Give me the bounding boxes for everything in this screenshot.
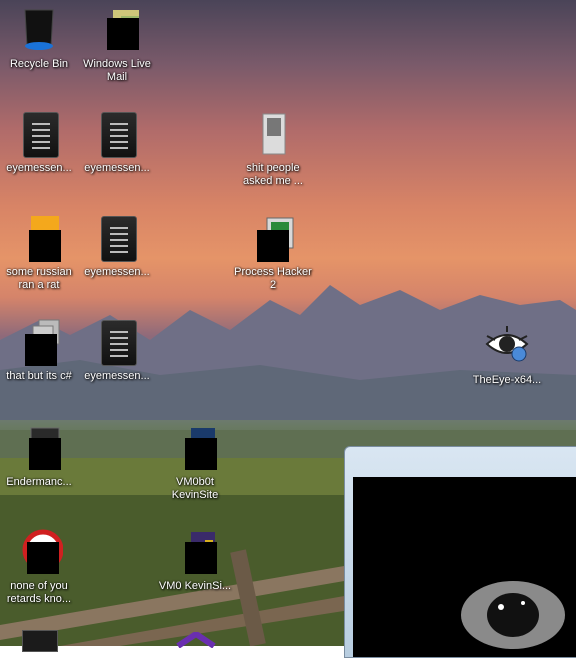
desktop-icon-eyemessen-3[interactable]: eyemessen... bbox=[78, 214, 156, 279]
document-icon bbox=[15, 110, 63, 158]
vm-icon bbox=[171, 424, 219, 472]
desktop-icon-vm0-kevinsite[interactable]: VM0 KevinSi... bbox=[156, 528, 234, 593]
icon-label: Recycle Bin bbox=[9, 58, 69, 70]
desktop-icon-vm0b0t[interactable]: VM0b0t KevinSite bbox=[156, 424, 234, 502]
app-icon: e bbox=[15, 214, 63, 262]
desktop-icon-partial[interactable] bbox=[22, 630, 58, 652]
process-hacker-icon bbox=[249, 214, 297, 262]
desktop-icon-windows-live-mail[interactable]: Windows Live Mail bbox=[78, 6, 156, 84]
icon-label: eyemessen... bbox=[6, 162, 72, 174]
desktop-icon-recycle-bin[interactable]: Recycle Bin bbox=[0, 6, 78, 71]
document-icon bbox=[93, 318, 141, 366]
icon-label: some russian ran a rat bbox=[6, 266, 72, 291]
app-window[interactable] bbox=[344, 446, 576, 658]
desktop-icon-some-russian[interactable]: e some russian ran a rat bbox=[0, 214, 78, 292]
icon-label: shit people asked me ... bbox=[243, 162, 303, 187]
icon-label: Windows Live Mail bbox=[83, 58, 151, 83]
desktop-icon-process-hacker[interactable]: Process Hacker 2 bbox=[234, 214, 312, 292]
stacked-files-icon bbox=[15, 318, 63, 366]
desktop-icon-none-of-you[interactable]: none of you retards kno... bbox=[0, 528, 78, 606]
eye-icon bbox=[483, 322, 531, 370]
icon-label: eyemessen... bbox=[84, 162, 150, 174]
desktop-icon-that-but-its-csharp[interactable]: that but its c# bbox=[0, 318, 78, 383]
icon-label: VM0b0t KevinSite bbox=[171, 476, 219, 501]
document-icon bbox=[93, 214, 141, 262]
mail-folder-icon bbox=[93, 6, 141, 54]
app-icon bbox=[15, 528, 64, 576]
icon-label: eyemessen... bbox=[84, 370, 150, 382]
desktop-icon-folder[interactable]: shit people asked me ... bbox=[234, 110, 312, 188]
app-icon bbox=[15, 424, 63, 472]
folder-icon bbox=[249, 110, 297, 158]
icon-label: TheEye-x64... bbox=[472, 374, 542, 386]
recycle-bin-icon bbox=[15, 6, 63, 54]
desktop-icon-eyemessen-4[interactable]: eyemessen... bbox=[78, 318, 156, 383]
vm-icon bbox=[171, 528, 219, 576]
icon-label: Endermanc... bbox=[6, 476, 72, 488]
desktop-icon-endermanc[interactable]: Endermanc... bbox=[0, 424, 78, 489]
icon-label: eyemessen... bbox=[84, 266, 150, 278]
icon-label: none of you retards kno... bbox=[6, 580, 72, 605]
document-icon bbox=[93, 110, 141, 158]
desktop-icon-theeye[interactable]: TheEye-x64... bbox=[468, 322, 546, 387]
eye-image bbox=[461, 581, 565, 649]
desktop-icon-eyemessen-1[interactable]: eyemessen... bbox=[0, 110, 78, 175]
desktop-icon-eyemessen-2[interactable]: eyemessen... bbox=[78, 110, 156, 175]
icon-label: VM0 KevinSi... bbox=[158, 580, 232, 592]
window-content bbox=[353, 477, 576, 657]
icon-label: Process Hacker 2 bbox=[234, 266, 312, 291]
icon-label: that but its c# bbox=[6, 370, 72, 382]
